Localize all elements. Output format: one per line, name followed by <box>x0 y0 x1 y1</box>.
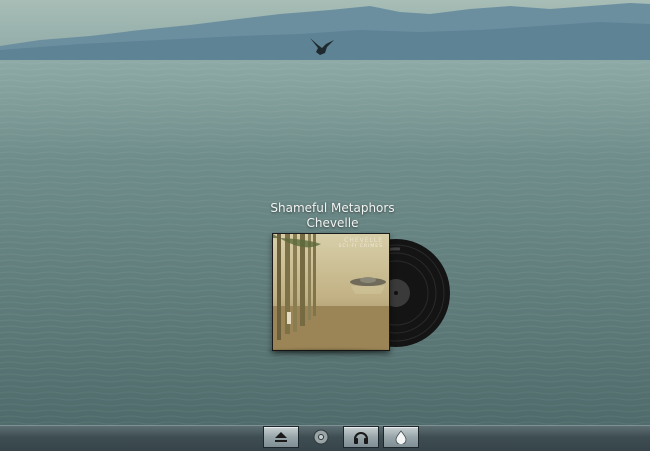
taskbar-button-drop[interactable] <box>383 426 419 448</box>
eject-icon <box>275 432 287 442</box>
water-drop-icon <box>395 430 407 444</box>
track-title: Shameful Metaphors <box>270 201 395 215</box>
album-title-text: SCI-FI CRIMES <box>338 244 383 249</box>
album-shadow <box>268 349 390 353</box>
taskbar-button-chrome[interactable] <box>303 426 339 448</box>
chrome-icon <box>313 429 329 445</box>
artist-name: Chevelle <box>306 216 359 230</box>
headphones-icon <box>354 432 368 444</box>
album-band-text: CHEVELLE <box>344 237 383 244</box>
album-art-widget[interactable]: CHEVELLE SCI-FI CRIMES <box>268 233 450 353</box>
taskbar-button-eject[interactable] <box>263 426 299 448</box>
album-cover: CHEVELLE SCI-FI CRIMES <box>272 233 390 351</box>
taskbar-button-music[interactable] <box>343 426 379 448</box>
now-playing-widget: Shameful Metaphors Chevelle <box>240 201 425 231</box>
